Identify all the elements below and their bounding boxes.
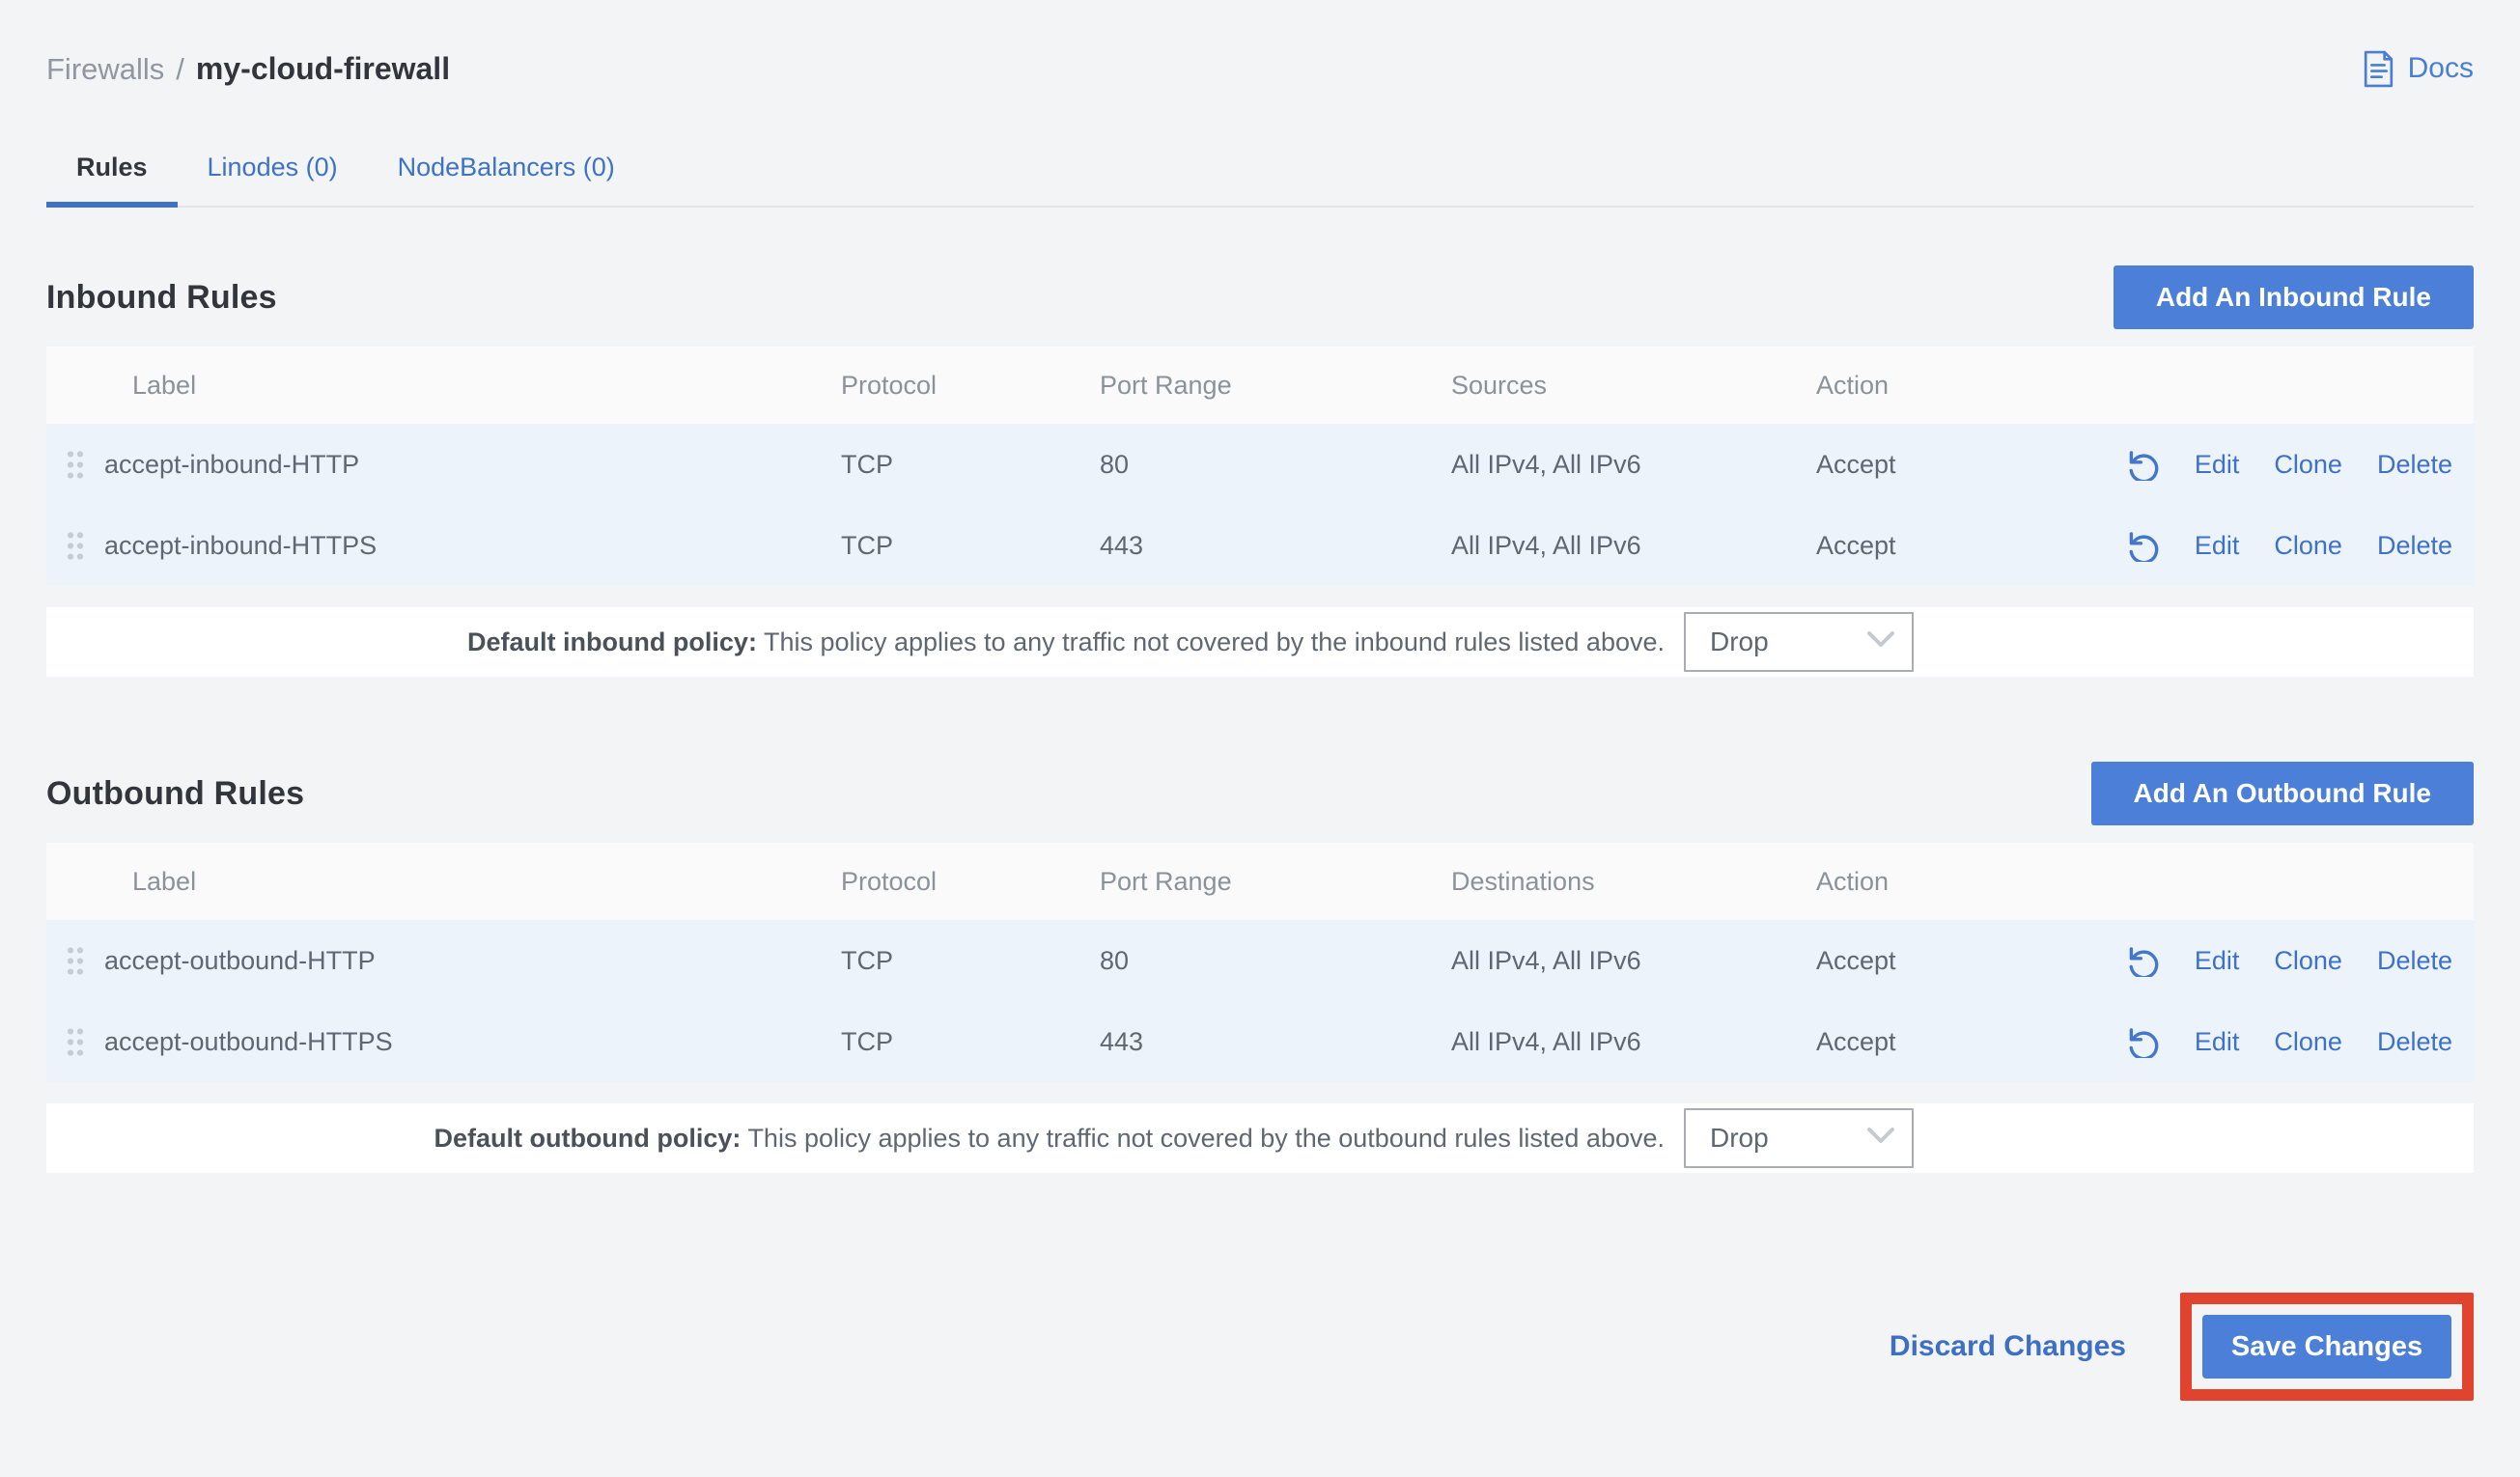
- default-outbound-policy-label: Default outbound policy:: [434, 1124, 741, 1153]
- table-row: accept-inbound-HTTP TCP 80 All IPv4, All…: [46, 424, 2474, 505]
- rule-action: Accept: [1816, 1027, 2058, 1057]
- form-actions: Discard Changes Save Changes: [46, 1293, 2474, 1401]
- column-header-destinations: Destinations: [1451, 867, 1816, 897]
- add-inbound-rule-button[interactable]: Add An Inbound Rule: [2114, 265, 2474, 329]
- page-header: Firewalls / my-cloud-firewall Docs: [46, 42, 2474, 95]
- rule-label: accept-outbound-HTTP: [104, 946, 841, 976]
- default-inbound-policy-label: Default inbound policy:: [467, 627, 757, 656]
- inbound-table-header: Label Protocol Port Range Sources Action: [46, 347, 2474, 424]
- rule-destinations: All IPv4, All IPv6: [1451, 946, 1816, 976]
- docs-link-label: Docs: [2408, 52, 2474, 85]
- rule-protocol: TCP: [841, 531, 1100, 561]
- red-highlight-annotation: Save Changes: [2180, 1293, 2474, 1401]
- drag-handle-icon[interactable]: [46, 1027, 104, 1057]
- column-header-action: Action: [1816, 371, 2058, 401]
- tab-linodes[interactable]: Linodes (0): [178, 139, 368, 206]
- save-changes-button[interactable]: Save Changes: [2202, 1315, 2451, 1379]
- drag-handle-icon[interactable]: [46, 531, 104, 561]
- default-inbound-policy-row: Default inbound policy: This policy appl…: [46, 607, 2474, 677]
- outbound-rules-title: Outbound Rules: [46, 775, 304, 813]
- breadcrumb: Firewalls / my-cloud-firewall: [46, 51, 450, 87]
- tab-rules[interactable]: Rules: [46, 139, 178, 206]
- add-outbound-rule-button[interactable]: Add An Outbound Rule: [2091, 762, 2474, 825]
- column-header-sources: Sources: [1451, 371, 1816, 401]
- rule-sources: All IPv4, All IPv6: [1451, 531, 1816, 561]
- clone-rule-link[interactable]: Clone: [2274, 450, 2342, 480]
- discard-changes-button[interactable]: Discard Changes: [1890, 1330, 2126, 1363]
- outbound-policy-select-value: Drop: [1710, 1123, 1769, 1154]
- rule-sources: All IPv4, All IPv6: [1451, 450, 1816, 480]
- rule-action: Accept: [1816, 450, 2058, 480]
- undo-icon[interactable]: [2125, 447, 2160, 482]
- rule-protocol: TCP: [841, 450, 1100, 480]
- tab-bar: Rules Linodes (0) NodeBalancers (0): [46, 139, 2474, 208]
- edit-rule-link[interactable]: Edit: [2195, 946, 2240, 976]
- table-row: accept-outbound-HTTPS TCP 443 All IPv4, …: [46, 1001, 2474, 1082]
- rule-destinations: All IPv4, All IPv6: [1451, 1027, 1816, 1057]
- column-header-label: Label: [104, 867, 841, 897]
- rule-port-range: 80: [1100, 450, 1451, 480]
- tab-nodebalancers[interactable]: NodeBalancers (0): [368, 139, 645, 206]
- rule-label: accept-inbound-HTTP: [104, 450, 841, 480]
- rule-port-range: 80: [1100, 946, 1451, 976]
- column-header-action: Action: [1816, 867, 2058, 897]
- clone-rule-link[interactable]: Clone: [2274, 1027, 2342, 1057]
- rule-action: Accept: [1816, 531, 2058, 561]
- edit-rule-link[interactable]: Edit: [2195, 1027, 2240, 1057]
- delete-rule-link[interactable]: Delete: [2377, 531, 2452, 561]
- inbound-policy-select[interactable]: Drop: [1684, 612, 1914, 672]
- table-row: accept-outbound-HTTP TCP 80 All IPv4, Al…: [46, 920, 2474, 1001]
- undo-icon[interactable]: [2125, 943, 2160, 978]
- inbound-section-header: Inbound Rules Add An Inbound Rule: [46, 265, 2474, 329]
- drag-handle-icon[interactable]: [46, 946, 104, 976]
- column-header-port-range: Port Range: [1100, 867, 1451, 897]
- column-header-protocol: Protocol: [841, 371, 1100, 401]
- delete-rule-link[interactable]: Delete: [2377, 450, 2452, 480]
- inbound-policy-select-value: Drop: [1710, 627, 1769, 657]
- column-header-label: Label: [104, 371, 841, 401]
- column-header-protocol: Protocol: [841, 867, 1100, 897]
- rule-protocol: TCP: [841, 946, 1100, 976]
- undo-icon[interactable]: [2125, 1024, 2160, 1059]
- delete-rule-link[interactable]: Delete: [2377, 946, 2452, 976]
- page-title: my-cloud-firewall: [196, 51, 450, 87]
- chevron-down-icon: [1865, 627, 1896, 658]
- clone-rule-link[interactable]: Clone: [2274, 531, 2342, 561]
- inbound-rules-table: Label Protocol Port Range Sources Action…: [46, 347, 2474, 677]
- column-header-port-range: Port Range: [1100, 371, 1451, 401]
- rule-port-range: 443: [1100, 1027, 1451, 1057]
- default-outbound-policy-description: This policy applies to any traffic not c…: [747, 1124, 1665, 1153]
- table-row: accept-inbound-HTTPS TCP 443 All IPv4, A…: [46, 505, 2474, 586]
- firewall-detail-page: Firewalls / my-cloud-firewall Docs Rules…: [0, 42, 2520, 1477]
- outbound-rules-table: Label Protocol Port Range Destinations A…: [46, 843, 2474, 1173]
- edit-rule-link[interactable]: Edit: [2195, 531, 2240, 561]
- breadcrumb-separator: /: [176, 52, 184, 87]
- breadcrumb-firewalls-link[interactable]: Firewalls: [46, 52, 164, 87]
- rule-label: accept-outbound-HTTPS: [104, 1027, 841, 1057]
- drag-handle-icon[interactable]: [46, 450, 104, 480]
- rule-label: accept-inbound-HTTPS: [104, 531, 841, 561]
- inbound-rules-title: Inbound Rules: [46, 279, 277, 317]
- docs-file-icon: [2361, 49, 2396, 89]
- delete-rule-link[interactable]: Delete: [2377, 1027, 2452, 1057]
- outbound-section-header: Outbound Rules Add An Outbound Rule: [46, 762, 2474, 825]
- outbound-table-header: Label Protocol Port Range Destinations A…: [46, 843, 2474, 920]
- rule-port-range: 443: [1100, 531, 1451, 561]
- docs-link[interactable]: Docs: [2361, 49, 2474, 89]
- rule-action: Accept: [1816, 946, 2058, 976]
- clone-rule-link[interactable]: Clone: [2274, 946, 2342, 976]
- outbound-policy-select[interactable]: Drop: [1684, 1108, 1914, 1168]
- chevron-down-icon: [1865, 1123, 1896, 1155]
- rule-protocol: TCP: [841, 1027, 1100, 1057]
- undo-icon[interactable]: [2125, 528, 2160, 563]
- default-inbound-policy-description: This policy applies to any traffic not c…: [764, 627, 1665, 656]
- default-outbound-policy-row: Default outbound policy: This policy app…: [46, 1103, 2474, 1173]
- edit-rule-link[interactable]: Edit: [2195, 450, 2240, 480]
